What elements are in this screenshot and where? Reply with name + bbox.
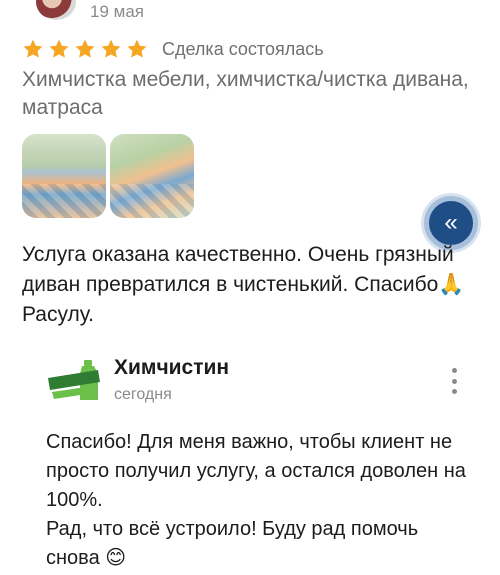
- review-photos: [22, 134, 198, 218]
- star-icon: [22, 38, 44, 60]
- star-icon: [126, 38, 148, 60]
- review-date: 19 мая: [90, 2, 144, 21]
- reply-text: Спасибо! Для меня важно, чтобы клиент не…: [46, 431, 466, 569]
- deal-status: Сделка состоялась: [162, 38, 324, 59]
- star-icon: [74, 38, 96, 60]
- review-text: Услуга оказана качественно. Очень грязны…: [22, 243, 465, 326]
- more-dot-icon: [451, 368, 457, 373]
- reviewer-avatar[interactable]: [36, 0, 76, 20]
- reply-date: сегодня: [114, 386, 172, 403]
- sofa-photo-before[interactable]: [22, 134, 106, 218]
- rating-row: Сделка состоялась: [22, 36, 324, 62]
- star-icon: [100, 38, 122, 60]
- service-title: Химчистка мебели, химчистка/чистка диван…: [22, 68, 469, 119]
- double-chevron-left-icon: «: [444, 209, 458, 236]
- sofa-photo-after[interactable]: [110, 134, 194, 218]
- review-header: 19 мая: [0, 0, 500, 34]
- more-options-button[interactable]: [444, 366, 464, 396]
- reply-author: Химчистин: [114, 356, 230, 379]
- business-logo[interactable]: [46, 358, 102, 402]
- more-dot-icon: [451, 378, 457, 384]
- star-icon: [48, 38, 70, 60]
- more-dot-icon: [451, 389, 457, 394]
